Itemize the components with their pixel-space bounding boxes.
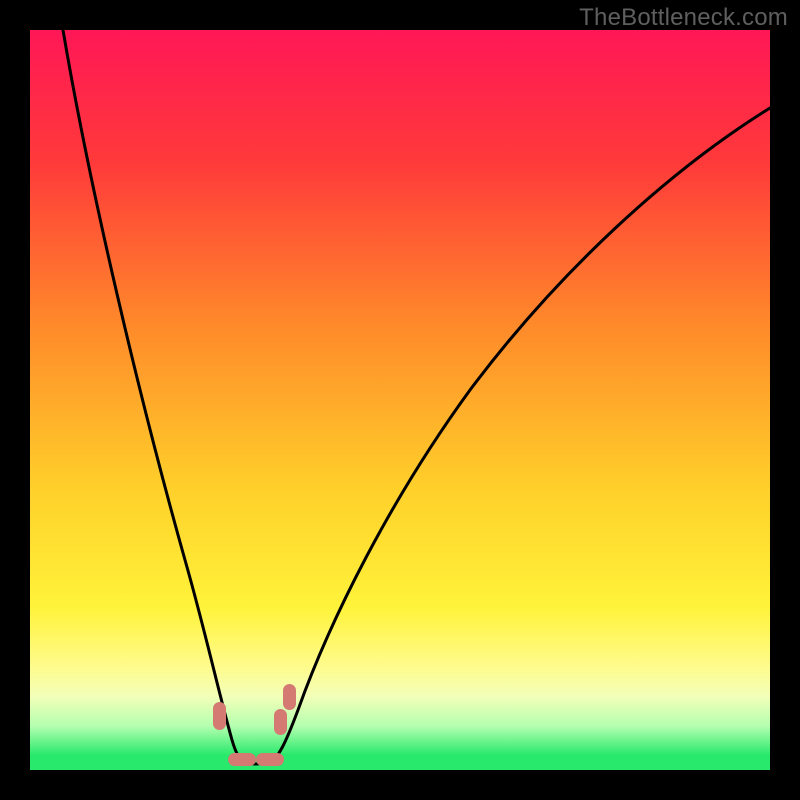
- watermark-text: TheBottleneck.com: [579, 4, 788, 32]
- bottleneck-curve-plot: [30, 30, 770, 770]
- marker-5: [283, 684, 296, 710]
- chart-frame: [30, 30, 770, 770]
- curve-right-branch: [268, 108, 770, 763]
- marker-3: [256, 753, 284, 766]
- marker-2: [228, 753, 256, 766]
- marker-4: [274, 709, 287, 735]
- curve-left-branch: [63, 30, 247, 763]
- marker-1: [213, 702, 226, 730]
